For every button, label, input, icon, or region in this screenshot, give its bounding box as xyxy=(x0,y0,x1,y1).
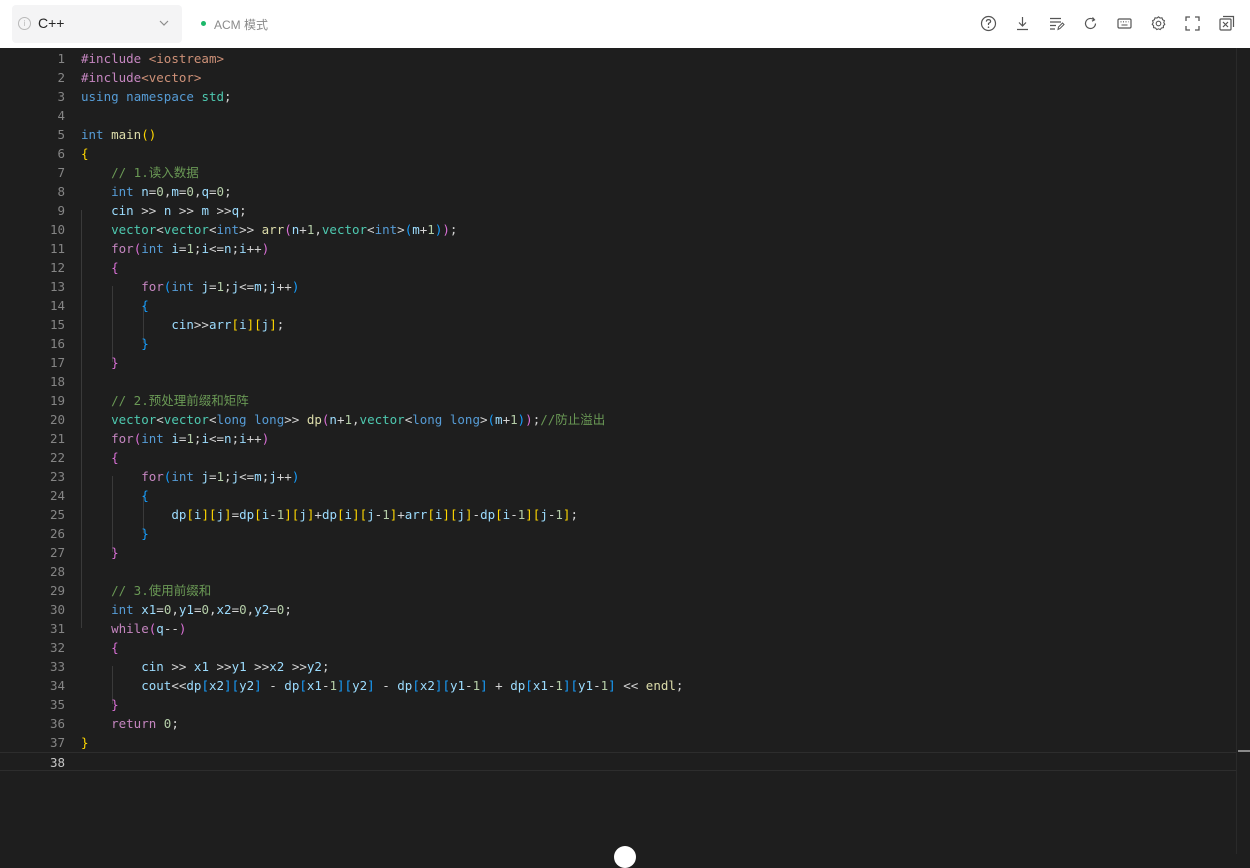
cursor-position-marker xyxy=(1238,750,1250,752)
code-line: 22 { xyxy=(0,448,1236,467)
line-number: 11 xyxy=(49,241,65,256)
code-line: 32 { xyxy=(0,638,1236,657)
panel-resize-handle[interactable] xyxy=(614,846,636,868)
line-number: 36 xyxy=(49,716,65,731)
chevron-down-icon xyxy=(159,20,169,26)
code-line: 4 xyxy=(0,106,1236,125)
code-line: 23 for(int j=1;j<=m;j++) xyxy=(0,467,1236,486)
line-number: 31 xyxy=(49,621,65,636)
language-select[interactable]: i C++ xyxy=(12,5,182,43)
reset-icon[interactable] xyxy=(1082,15,1099,32)
line-number: 23 xyxy=(49,469,65,484)
line-number: 35 xyxy=(49,697,65,712)
line-number: 34 xyxy=(49,678,65,693)
line-number: 28 xyxy=(49,564,65,579)
line-number: 4 xyxy=(57,108,65,123)
mode-status-dot xyxy=(201,21,206,26)
code-line: 5 int main() xyxy=(0,125,1236,144)
code-line: 1 #include <iostream> xyxy=(0,49,1236,68)
close-panel-icon[interactable] xyxy=(1218,15,1235,32)
fullscreen-icon[interactable] xyxy=(1184,15,1201,32)
code-line: 2 #include<vector> xyxy=(0,68,1236,87)
help-icon[interactable] xyxy=(980,15,997,32)
code-line: 8 int n=0,m=0,q=0; xyxy=(0,182,1236,201)
line-number: 22 xyxy=(49,450,65,465)
line-number: 30 xyxy=(49,602,65,617)
line-number: 2 xyxy=(57,70,65,85)
line-number: 17 xyxy=(49,355,65,370)
line-number: 21 xyxy=(49,431,65,446)
code-line: 15 cin>>arr[i][j]; xyxy=(0,315,1236,334)
line-number: 1 xyxy=(57,51,65,66)
line-number: 37 xyxy=(49,735,65,750)
code-line: 26 } xyxy=(0,524,1236,543)
line-number: 38 xyxy=(49,755,65,770)
line-number: 25 xyxy=(49,507,65,522)
line-number: 32 xyxy=(49,640,65,655)
line-number: 3 xyxy=(57,89,65,104)
code-line: 13 for(int j=1;j<=m;j++) xyxy=(0,277,1236,296)
line-number: 18 xyxy=(49,374,65,389)
line-number: 9 xyxy=(57,203,65,218)
line-number: 27 xyxy=(49,545,65,560)
code-line: 29 // 3.使用前缀和 xyxy=(0,581,1236,600)
code-line: 11 for(int i=1;i<=n;i++) xyxy=(0,239,1236,258)
code-line: 3 using namespace std; xyxy=(0,87,1236,106)
download-icon[interactable] xyxy=(1014,15,1031,32)
shortcuts-icon[interactable] xyxy=(1116,15,1133,32)
code-line: 20 vector<vector<long long>> dp(n+1,vect… xyxy=(0,410,1236,429)
line-number: 24 xyxy=(49,488,65,503)
code-line: 7 // 1.读入数据 xyxy=(0,163,1236,182)
code-line: 25 dp[i][j]=dp[i-1][j]+dp[i][j-1]+arr[i]… xyxy=(0,505,1236,524)
language-label: C++ xyxy=(38,15,65,31)
line-number: 10 xyxy=(49,222,65,237)
code-line: 28 xyxy=(0,562,1236,581)
line-number: 7 xyxy=(57,165,65,180)
code-line: 37} xyxy=(0,733,1236,752)
code-line: 17 } xyxy=(0,353,1236,372)
code-line: 14 { xyxy=(0,296,1236,315)
code-line: 33 cin >> x1 >>y1 >>x2 >>y2; xyxy=(0,657,1236,676)
line-number: 26 xyxy=(49,526,65,541)
line-number: 33 xyxy=(49,659,65,674)
line-number: 6 xyxy=(57,146,65,161)
code-line: 36 return 0; xyxy=(0,714,1236,733)
line-number: 16 xyxy=(49,336,65,351)
line-number: 5 xyxy=(57,127,65,142)
code-line: 18 xyxy=(0,372,1236,391)
format-icon[interactable] xyxy=(1048,15,1065,32)
line-number: 8 xyxy=(57,184,65,199)
line-number: 20 xyxy=(49,412,65,427)
line-number: 13 xyxy=(49,279,65,294)
line-number: 19 xyxy=(49,393,65,408)
code-line: 21 for(int i=1;i<=n;i++) xyxy=(0,429,1236,448)
code-line: 10 vector<vector<int>> arr(n+1,vector<in… xyxy=(0,220,1236,239)
line-number: 29 xyxy=(49,583,65,598)
code-line: 16 } xyxy=(0,334,1236,353)
code-line: 19 // 2.预处理前缀和矩阵 xyxy=(0,391,1236,410)
code-line: 9 cin >> n >> m >>q; xyxy=(0,201,1236,220)
code-line: 30 int x1=0,y1=0,x2=0,y2=0; xyxy=(0,600,1236,619)
code-editor[interactable]: 1 #include <iostream> 2 #include<vector> 3… xyxy=(0,48,1250,854)
editor-toolbar: i C++ ACM 模式 xyxy=(0,0,1250,48)
code-line: 6{ xyxy=(0,144,1236,163)
info-icon: i xyxy=(18,17,31,30)
mode-label[interactable]: ACM 模式 xyxy=(214,16,268,33)
code-line: 35 } xyxy=(0,695,1236,714)
code-line: 12 { xyxy=(0,258,1236,277)
code-line: 24 { xyxy=(0,486,1236,505)
line-number: 15 xyxy=(49,317,65,332)
line-number: 14 xyxy=(49,298,65,313)
vertical-scrollbar[interactable] xyxy=(1236,48,1250,854)
active-code-line[interactable]: 38 xyxy=(0,752,1236,771)
code-line: 31 while(q--) xyxy=(0,619,1236,638)
code-line: 34 cout<<dp[x2][y2] - dp[x1-1][y2] - dp[… xyxy=(0,676,1236,695)
settings-icon[interactable] xyxy=(1150,15,1167,32)
code-line: 27 } xyxy=(0,543,1236,562)
line-number: 12 xyxy=(49,260,65,275)
